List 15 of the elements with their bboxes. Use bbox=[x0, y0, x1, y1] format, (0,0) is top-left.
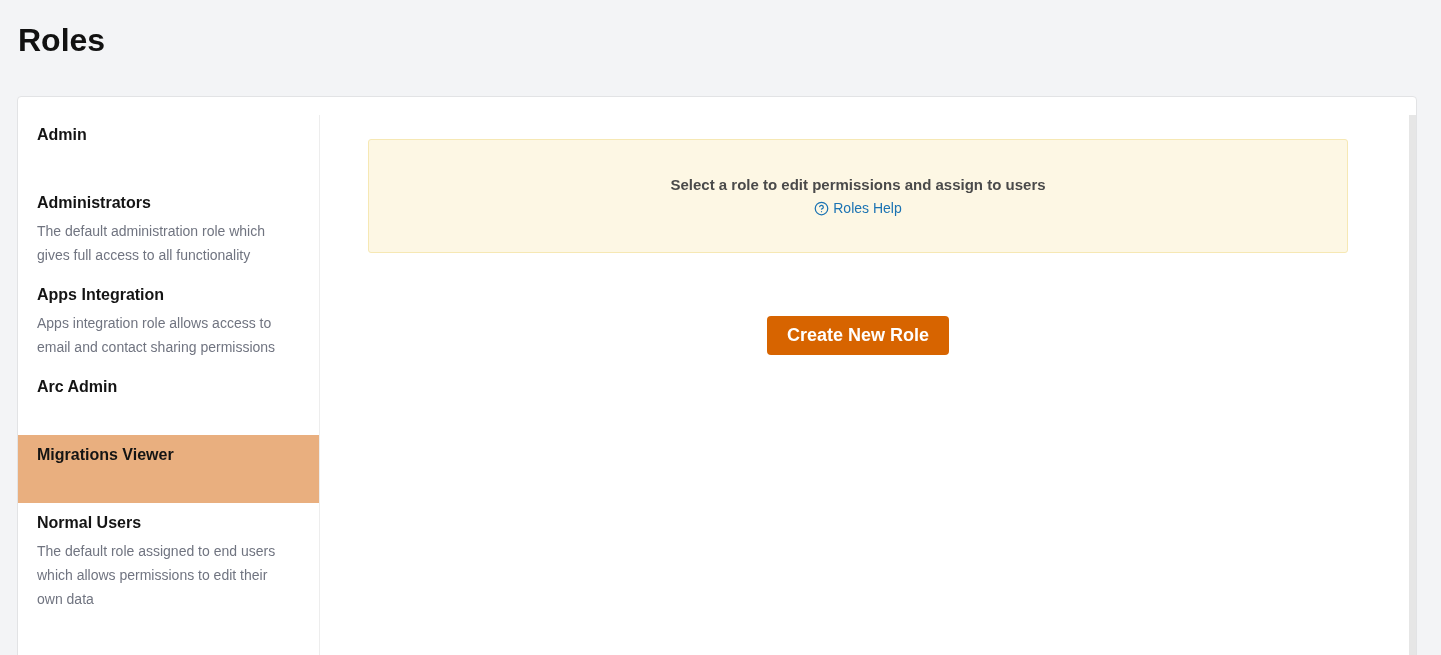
role-description: The default role assigned to end users which allows permissions to edit their own data bbox=[37, 542, 277, 609]
role-name: Normal Users bbox=[37, 513, 142, 533]
role-name: Migrations Viewer bbox=[37, 445, 174, 465]
role-name: Administrators bbox=[37, 193, 151, 213]
create-role-button[interactable]: Create New Role bbox=[766, 316, 950, 355]
role-item[interactable]: Migrations Viewer bbox=[18, 435, 319, 503]
role-description: The default administration role which gives full access to all functionality bbox=[37, 222, 266, 265]
help-icon bbox=[814, 200, 830, 216]
role-name: Arc Admin bbox=[37, 377, 118, 397]
role-name: Apps Integration bbox=[37, 285, 165, 305]
notice-message: Select a role to edit permissions and assign to users bbox=[670, 175, 1046, 195]
roles-help-link[interactable]: Roles Help bbox=[814, 198, 902, 218]
page-title: Roles bbox=[18, 21, 106, 60]
role-name: Admin bbox=[37, 125, 87, 145]
role-description: Apps integration role allows access to email and contact sharing permissions bbox=[37, 314, 277, 357]
